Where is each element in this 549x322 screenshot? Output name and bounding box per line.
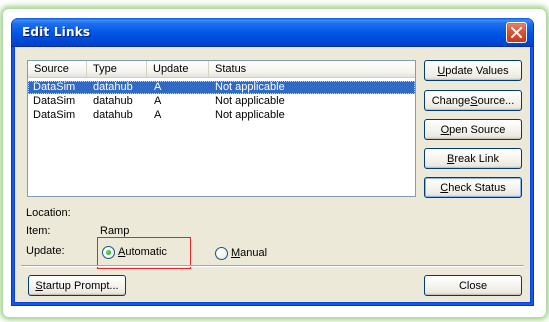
cell-status: Not applicable: [215, 95, 285, 107]
btn-accesskey: S: [35, 279, 43, 292]
cell-status: Not applicable: [215, 81, 285, 93]
close-window-button[interactable]: [506, 22, 527, 43]
links-list[interactable]: Source Type Update Status DataSim datahu…: [27, 60, 416, 197]
column-header-status[interactable]: Status: [209, 61, 415, 78]
item-label: Item:: [26, 225, 51, 237]
cell-type: datahub: [93, 81, 133, 93]
startup-prompt-button[interactable]: Startup Prompt...: [28, 275, 126, 296]
column-header-source[interactable]: Source: [28, 61, 87, 78]
column-header-update[interactable]: Update: [147, 61, 209, 78]
automatic-radio[interactable]: [102, 246, 115, 259]
cell-status: Not applicable: [215, 109, 285, 121]
dialog-title: Edit Links: [22, 25, 91, 39]
update-values-button[interactable]: Update Values: [424, 60, 522, 81]
cell-source: DataSim: [33, 109, 76, 121]
radio-selected-dot: [106, 250, 111, 255]
table-row[interactable]: DataSim datahub A Not applicable: [28, 95, 415, 108]
cell-update: A: [154, 81, 162, 93]
list-header: Source Type Update Status: [28, 61, 415, 78]
cell-source: DataSim: [33, 81, 76, 93]
btn-text-post: pen Source: [449, 123, 506, 136]
manual-radio[interactable]: [215, 247, 228, 260]
column-header-type[interactable]: Type: [87, 61, 147, 78]
cell-type: datahub: [93, 95, 133, 107]
label-text: utomatic: [125, 246, 167, 258]
cell-type: datahub: [93, 109, 133, 121]
change-source-button[interactable]: Change Source...: [424, 90, 522, 111]
open-source-button[interactable]: Open Source: [424, 119, 522, 140]
btn-accesskey: C: [440, 181, 449, 194]
close-button[interactable]: Close: [424, 275, 522, 296]
check-status-button[interactable]: Check Status: [424, 177, 522, 198]
btn-accesskey: O: [440, 123, 450, 136]
update-label: Update:: [26, 245, 65, 257]
location-label: Location:: [26, 207, 71, 219]
label-text: anual: [240, 247, 268, 259]
table-row[interactable]: DataSim datahub A Not applicable: [28, 109, 415, 122]
automatic-label[interactable]: Automatic: [118, 246, 167, 258]
cell-source: DataSim: [33, 95, 76, 107]
cell-update: A: [154, 109, 162, 121]
divider: [21, 265, 524, 267]
item-value: Ramp: [100, 225, 130, 237]
btn-text-post: ource...: [477, 94, 515, 107]
cell-update: A: [154, 95, 162, 107]
btn-text-post: tartup Prompt...: [42, 279, 119, 292]
btn-accesskey: U: [437, 64, 446, 77]
btn-text-post: reak Link: [454, 152, 499, 165]
title-bar[interactable]: Edit Links: [12, 18, 533, 47]
btn-text-post: pdate Values: [445, 64, 509, 77]
btn-accesskey: S: [470, 94, 478, 107]
btn-text-post: heck Status: [448, 181, 506, 194]
btn-accesskey: B: [447, 152, 455, 165]
table-row[interactable]: DataSim datahub A Not applicable: [28, 81, 415, 94]
accesskey: M: [231, 247, 241, 259]
break-link-button[interactable]: Break Link: [424, 148, 522, 169]
manual-label[interactable]: Manual: [231, 247, 267, 259]
btn-text-pre: Change: [431, 94, 471, 107]
